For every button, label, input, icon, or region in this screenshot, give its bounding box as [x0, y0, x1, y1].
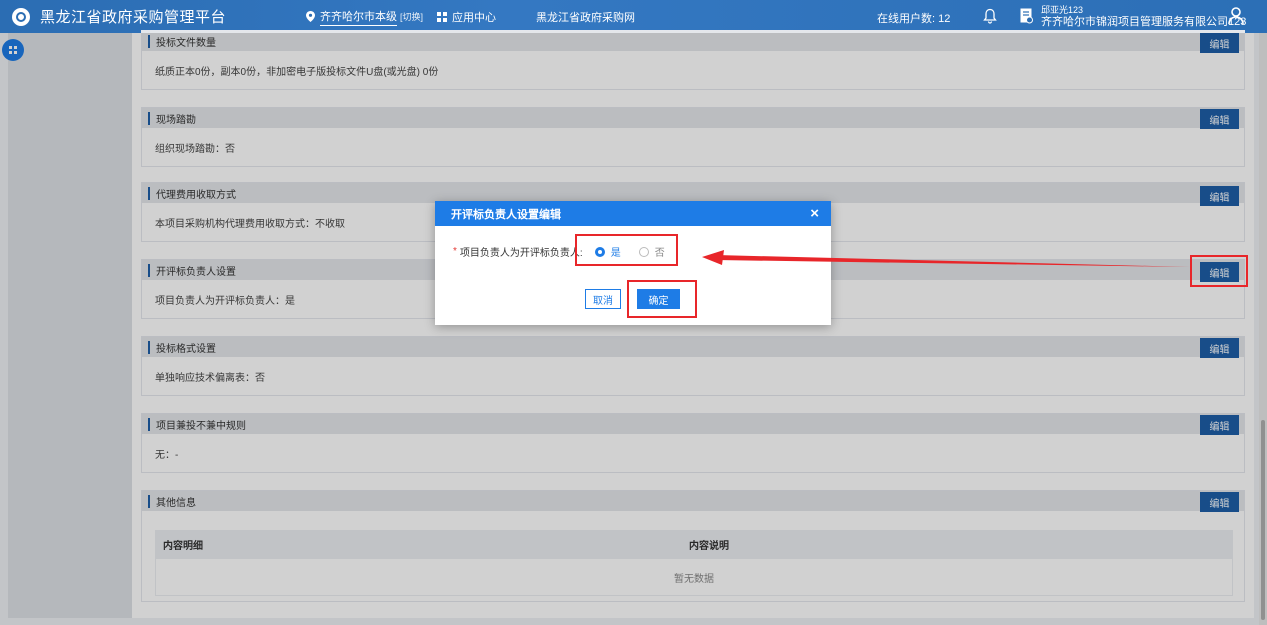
- region-selector[interactable]: 齐齐哈尔市本级 [切换]: [306, 8, 423, 26]
- highlight-radio-group: [575, 234, 678, 266]
- app-center-link[interactable]: 应用中心: [437, 9, 496, 25]
- company-name: 齐齐哈尔市锦润项目管理服务有限公司123: [1041, 16, 1247, 28]
- online-users-count: 在线用户数: 12: [877, 13, 951, 25]
- cancel-button[interactable]: 取消: [585, 289, 621, 309]
- bell-icon[interactable]: [983, 8, 997, 24]
- platform-title: 黑龙江省政府采购管理平台: [40, 9, 227, 26]
- user-info[interactable]: 邱亚光123 齐齐哈尔市锦润项目管理服务有限公司123: [1041, 5, 1246, 28]
- field-label: 项目负责人为开评标负责人:: [459, 248, 583, 259]
- region-name: 齐齐哈尔市本级: [320, 8, 398, 26]
- top-bar: 黑龙江省政府采购管理平台 齐齐哈尔市本级 [切换] 应用中心 黑龙江省政府采购网…: [0, 0, 1267, 33]
- switch-region-link[interactable]: [切换]: [400, 10, 423, 23]
- platform-logo: [12, 7, 30, 26]
- modal-title: 开评标负责人设置编辑: [451, 208, 561, 221]
- location-pin-icon: [306, 11, 316, 22]
- apps-grid-icon: [437, 11, 448, 22]
- user-card-icon: [1020, 8, 1033, 24]
- highlight-edit-button: [1190, 255, 1248, 287]
- person-icon[interactable]: [1228, 7, 1244, 25]
- required-mark: *: [453, 246, 457, 257]
- app-center-label: 应用中心: [452, 11, 497, 24]
- modal-mask: [0, 33, 1267, 625]
- user-name: 邱亚光123: [1041, 5, 1084, 15]
- highlight-confirm-button: [627, 280, 697, 318]
- close-icon[interactable]: ×: [810, 205, 819, 222]
- gov-site-link[interactable]: 黑龙江省政府采购网: [536, 9, 635, 25]
- annotation-arrow: [702, 250, 1190, 267]
